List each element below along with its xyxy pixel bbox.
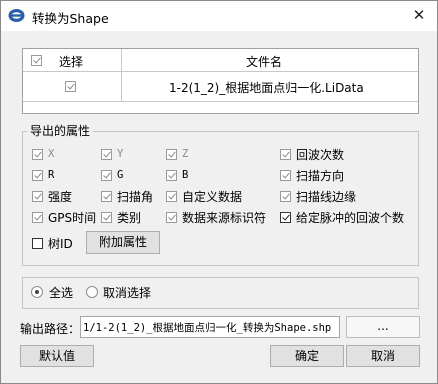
attr-scan-angle-checkbox[interactable] — [101, 191, 112, 202]
row-filename: 1-2(1_2)_根据地面点归一化.LiData — [169, 81, 364, 95]
attr-classification-checkbox[interactable] — [101, 212, 112, 223]
column-header-filename: 文件名 — [246, 55, 283, 69]
attr-user-data-label: 自定义数据 — [182, 190, 243, 204]
export-attributes-group: X Y Z 回波次数 R G B 扫描方向 强度 扫描角 自定义数据 扫描线边缘… — [22, 131, 419, 266]
attr-tree-id-checkbox[interactable] — [32, 238, 43, 249]
attr-z-label: Z — [182, 148, 189, 160]
attr-y-label: Y — [117, 148, 124, 160]
attr-r-label: R — [48, 169, 55, 181]
app-logo-icon — [8, 9, 25, 22]
select-all-radio[interactable] — [31, 286, 43, 298]
table-row[interactable]: 1-2(1_2)_根据地面点归一化.LiData — [23, 72, 418, 102]
title-bar: 转换为Shape ✕ — [1, 1, 437, 31]
attr-gps-time-checkbox[interactable] — [32, 212, 43, 223]
attr-point-source-id-checkbox[interactable] — [166, 212, 177, 223]
select-all-label: 全选 — [49, 286, 74, 300]
attr-user-data-checkbox[interactable] — [166, 191, 177, 202]
attr-r-checkbox[interactable] — [32, 170, 43, 181]
column-header-select: 选择 — [59, 55, 84, 69]
output-path-label: 输出路径： — [20, 322, 81, 336]
deselect-radio[interactable] — [86, 286, 98, 298]
selection-group: 全选 取消选择 — [22, 277, 419, 309]
file-table: 选择 文件名 1-2(1_2)_根据地面点归一化.LiData — [22, 48, 419, 114]
row-select-checkbox[interactable] — [65, 81, 76, 92]
deselect-label: 取消选择 — [103, 286, 152, 300]
attr-return-number-label: 回波次数 — [296, 148, 345, 162]
attr-scan-direction-label: 扫描方向 — [296, 169, 345, 183]
attr-return-number-checkbox[interactable] — [280, 149, 291, 160]
attr-b-label: B — [182, 169, 189, 181]
export-attributes-title: 导出的属性 — [27, 122, 94, 139]
attr-y-checkbox[interactable] — [101, 149, 112, 160]
convert-to-shape-dialog: 转换为Shape ✕ 选择 文件名 1-2(1_2)_根据地面点归一化.LiDa… — [0, 0, 438, 384]
output-path-field[interactable]: 1/1-2(1_2)_根据地面点归一化_转换为Shape.shp — [80, 316, 340, 338]
window-title: 转换为Shape — [32, 11, 109, 26]
attr-intensity-checkbox[interactable] — [32, 191, 43, 202]
attr-classification-label: 类别 — [117, 211, 142, 225]
select-all-rows-checkbox[interactable] — [31, 55, 42, 66]
attr-intensity-label: 强度 — [48, 190, 73, 204]
attr-edge-of-flight-line-checkbox[interactable] — [280, 191, 291, 202]
close-icon[interactable]: ✕ — [411, 7, 427, 23]
attr-b-checkbox[interactable] — [166, 170, 177, 181]
defaults-button[interactable]: 默认值 — [20, 345, 94, 367]
attr-z-checkbox[interactable] — [166, 149, 177, 160]
attr-scan-angle-label: 扫描角 — [117, 190, 154, 204]
attr-point-source-id-label: 数据来源标识符 — [182, 211, 267, 225]
ok-button[interactable]: 确定 — [270, 345, 344, 367]
attr-tree-id-label: 树ID — [48, 237, 73, 251]
cancel-button[interactable]: 取消 — [346, 345, 420, 367]
additional-attributes-button[interactable]: 附加属性 — [86, 231, 160, 254]
browse-button[interactable]: ... — [346, 316, 420, 338]
attr-g-label: G — [117, 169, 124, 181]
attr-scan-direction-checkbox[interactable] — [280, 170, 291, 181]
attr-number-of-returns-label: 给定脉冲的回波个数 — [296, 211, 405, 225]
attr-edge-of-flight-line-label: 扫描线边缘 — [296, 190, 357, 204]
table-header: 选择 文件名 — [23, 49, 418, 72]
attr-number-of-returns-checkbox[interactable] — [280, 212, 291, 223]
attr-g-checkbox[interactable] — [101, 170, 112, 181]
attr-x-label: X — [48, 148, 55, 160]
attr-gps-time-label: GPS时间 — [48, 211, 97, 225]
attr-x-checkbox[interactable] — [32, 149, 43, 160]
